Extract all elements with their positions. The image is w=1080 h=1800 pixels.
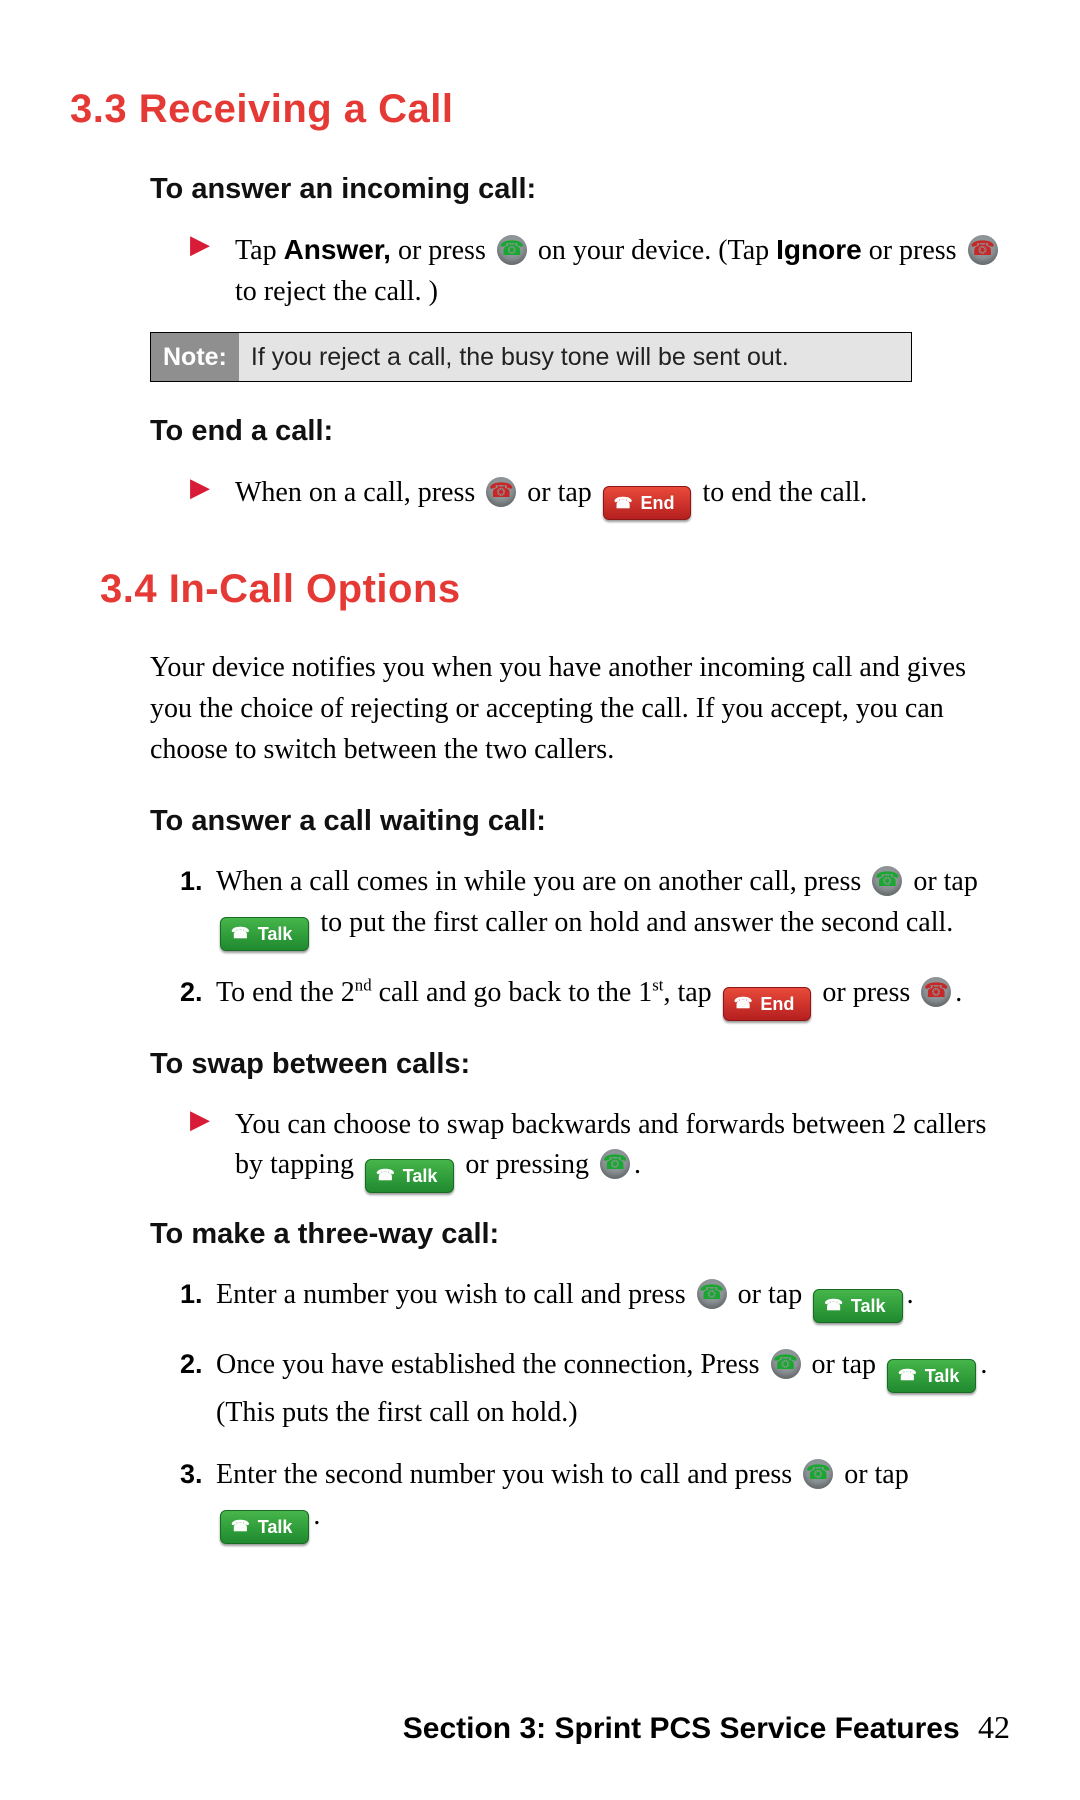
text: , tap (663, 977, 718, 1008)
period: . (634, 1149, 641, 1180)
intro-paragraph: Your device notifies you when you have a… (150, 648, 970, 770)
subhead-swap-calls: To swap between calls: (150, 1043, 1010, 1085)
text: or tap (837, 1459, 909, 1490)
talk-button-icon: ☎ Talk (365, 1159, 454, 1193)
bullet-end-call: ▶ When on a call, press or tap ☎ End to e… (190, 473, 1010, 521)
text: to put the first caller on hold and answ… (313, 907, 953, 938)
red-phone-key-icon (921, 977, 951, 1007)
green-phone-key-icon (697, 1279, 727, 1309)
btn-label: Talk (403, 1163, 438, 1189)
heading-3-3: 3.3 Receiving a Call (70, 80, 1010, 138)
phone-icon: ☎ (734, 993, 753, 1015)
end-button-icon: ☎ End (723, 987, 812, 1021)
text: or press (391, 235, 493, 266)
red-phone-key-icon (968, 235, 998, 265)
text: or pressing (458, 1149, 596, 1180)
num-marker: 1. (180, 862, 203, 901)
step-waiting-2: 2. To end the 2nd call and go back to th… (180, 973, 1010, 1021)
text: on your device. (Tap (531, 235, 776, 266)
text: or tap (520, 477, 599, 508)
period: . (955, 977, 962, 1008)
red-phone-key-icon (486, 477, 516, 507)
triangle-bullet-icon: ▶ (190, 232, 210, 258)
num-marker: 2. (180, 973, 203, 1012)
step-three-1: 1. Enter a number you wish to call and p… (180, 1275, 1010, 1323)
step-three-3: 3. Enter the second number you wish to c… (180, 1455, 1010, 1543)
bold-ignore: Ignore (776, 234, 862, 265)
phone-icon: ☎ (824, 1295, 843, 1317)
btn-label: Talk (258, 921, 293, 947)
btn-label: Talk (925, 1363, 960, 1389)
phone-icon: ☎ (231, 1516, 250, 1538)
text: or tap (906, 866, 978, 897)
text: Tap (235, 235, 284, 266)
superscript: st (652, 975, 663, 994)
subhead-three-way: To make a three-way call: (150, 1213, 1010, 1255)
talk-button-icon: ☎ Talk (220, 1510, 309, 1544)
text: or press (815, 977, 917, 1008)
note-text: If you reject a call, the busy tone will… (239, 333, 801, 381)
text: or tap (805, 1349, 884, 1380)
subhead-call-waiting: To answer a call waiting call: (150, 800, 1010, 842)
phone-icon: ☎ (614, 493, 633, 515)
green-phone-key-icon (803, 1459, 833, 1489)
talk-button-icon: ☎ Talk (887, 1359, 976, 1393)
text: to reject the call. ) (235, 276, 438, 307)
page-number: 42 (978, 1709, 1010, 1745)
bullet-answer-call: ▶ Tap Answer, or press on your device. (… (190, 230, 1010, 312)
document-page: 3.3 Receiving a Call To answer an incomi… (0, 0, 1080, 1800)
green-phone-key-icon (872, 866, 902, 896)
phone-icon: ☎ (231, 923, 250, 945)
end-button-icon: ☎ End (603, 486, 692, 520)
text: call and go back to the 1 (372, 977, 653, 1008)
green-phone-key-icon (771, 1349, 801, 1379)
subhead-answer-incoming: To answer an incoming call: (150, 168, 1010, 210)
talk-button-icon: ☎ Talk (813, 1289, 902, 1323)
talk-button-icon: ☎ Talk (220, 917, 309, 951)
text: Enter a number you wish to call and pres… (216, 1279, 693, 1310)
bullet-swap: ▶ You can choose to swap backwards and f… (190, 1105, 1010, 1193)
phone-icon: ☎ (376, 1165, 395, 1187)
text: or tap (731, 1279, 810, 1310)
bold-answer: Answer, (284, 234, 391, 265)
num-marker: 2. (180, 1345, 203, 1384)
text: Enter the second number you wish to call… (216, 1459, 799, 1490)
text: Once you have established the connection… (216, 1349, 767, 1380)
subhead-end-call: To end a call: (150, 410, 1010, 452)
green-phone-key-icon (600, 1149, 630, 1179)
period: . (313, 1500, 320, 1531)
btn-label: Talk (851, 1293, 886, 1319)
text: To end the 2 (216, 977, 355, 1008)
green-phone-key-icon (497, 235, 527, 265)
num-marker: 3. (180, 1455, 203, 1494)
heading-3-4: 3.4 In-Call Options (100, 560, 1010, 618)
btn-label: Talk (258, 1514, 293, 1540)
text: When on a call, press (235, 477, 482, 508)
text: to end the call. (695, 477, 867, 508)
period: . (907, 1279, 914, 1310)
triangle-bullet-icon: ▶ (190, 475, 210, 501)
num-marker: 1. (180, 1275, 203, 1314)
note-box: Note: If you reject a call, the busy ton… (150, 332, 912, 382)
superscript: nd (355, 975, 372, 994)
phone-icon: ☎ (898, 1365, 917, 1387)
footer-section-title: Section 3: Sprint PCS Service Features (403, 1712, 960, 1745)
step-waiting-1: 1. When a call comes in while you are on… (180, 862, 1010, 950)
btn-label: End (760, 991, 794, 1017)
text: When a call comes in while you are on an… (216, 866, 868, 897)
btn-label: End (640, 490, 674, 516)
note-label: Note: (151, 333, 239, 381)
page-footer: Section 3: Sprint PCS Service Features 4… (403, 1704, 1010, 1751)
triangle-bullet-icon: ▶ (190, 1107, 210, 1133)
text: or press (862, 235, 964, 266)
step-three-2: 2. Once you have established the connect… (180, 1345, 1010, 1433)
